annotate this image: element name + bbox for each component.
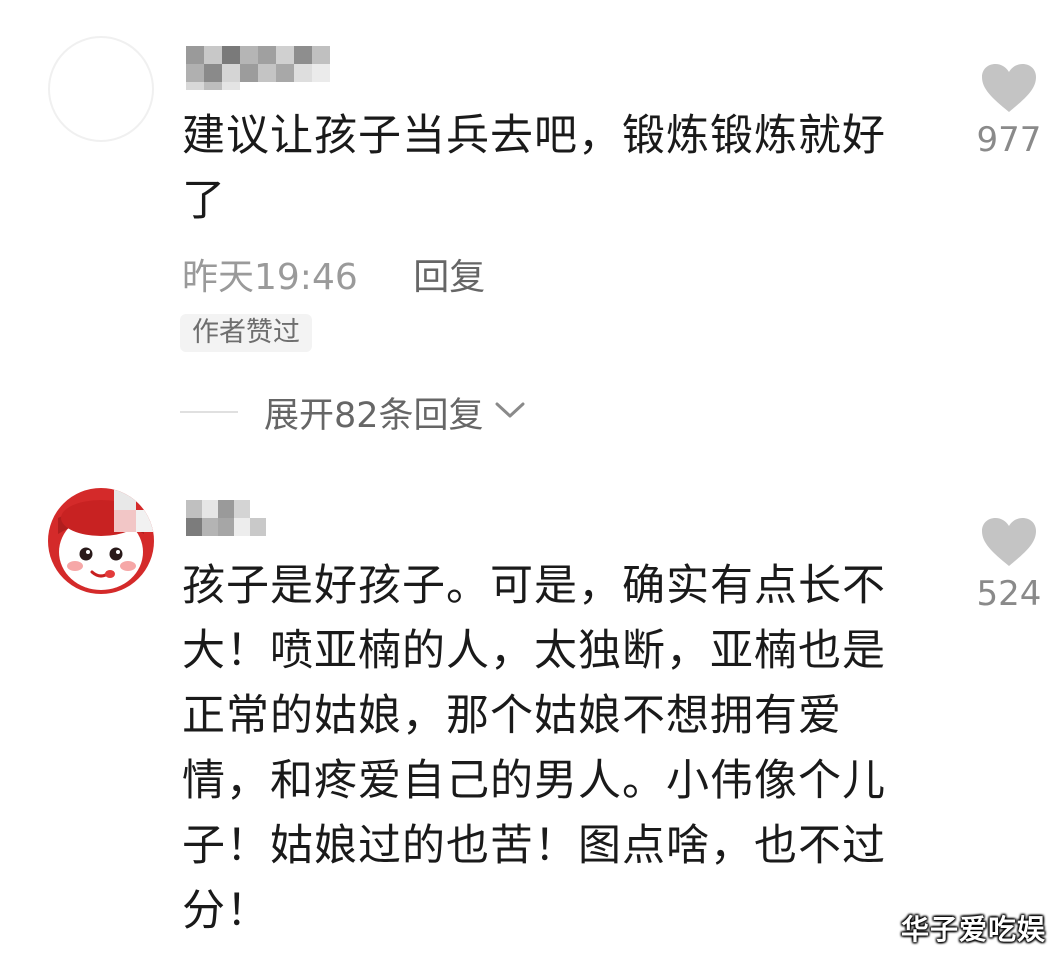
heart-icon bbox=[980, 518, 1038, 572]
comment-text: 孩子是好孩子。可是，确实有点长不大！喷亚楠的人，太独断，亚楠也是正常的姑娘，那个… bbox=[182, 561, 886, 936]
like-count: 524 bbox=[976, 574, 1042, 614]
username-blurred[interactable] bbox=[186, 500, 266, 536]
mosaic-redaction bbox=[186, 500, 266, 536]
watermark: 华子爱吃娱 bbox=[900, 913, 1046, 946]
avatar-cartoon-girl bbox=[48, 488, 154, 594]
comment-item: 孩子是好孩子。可是，确实有点长不大！喷亚楠的人，太独断，亚楠也是正常的姑娘，那个… bbox=[0, 0, 1060, 966]
avatar[interactable] bbox=[48, 488, 154, 594]
like-button[interactable]: 524 bbox=[976, 516, 1042, 614]
